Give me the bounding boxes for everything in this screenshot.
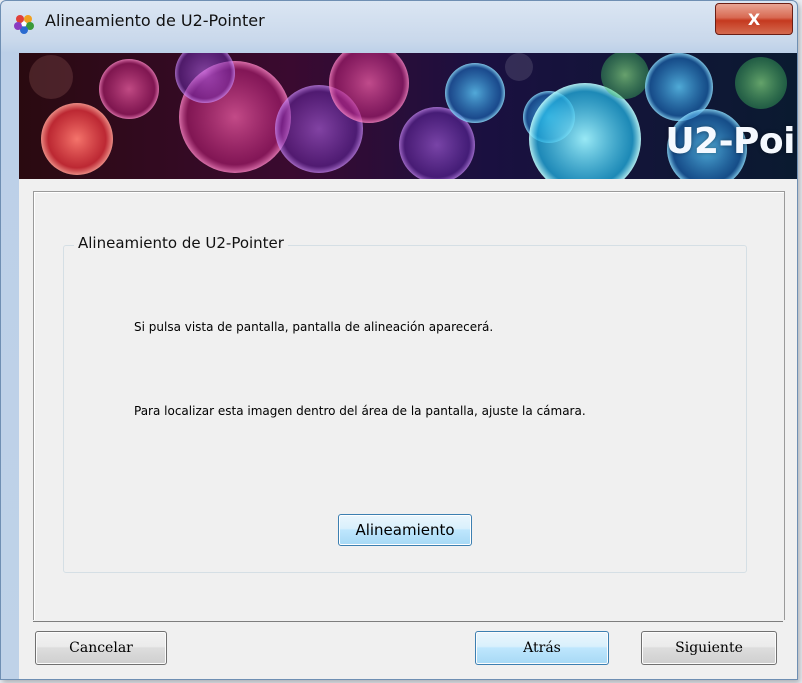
header-banner: U2-Poi — [19, 53, 797, 179]
window-title: Alineamiento de U2-Pointer — [45, 11, 265, 30]
instruction-text-2: Para localizar esta imagen dentro del ár… — [134, 404, 586, 418]
close-button[interactable]: X — [715, 3, 793, 35]
divider — [33, 621, 783, 622]
cancel-button[interactable]: Cancelar — [35, 631, 167, 665]
alignment-groupbox: Alineamiento de U2-Pointer Si pulsa vist… — [63, 234, 747, 573]
dialog-window: Alineamiento de U2-Pointer X U2-Poi Alin… — [0, 0, 798, 680]
groupbox-title: Alineamiento de U2-Pointer — [74, 234, 288, 252]
button-bar: Cancelar Atrás Siguiente — [19, 621, 797, 679]
title-bar[interactable]: Alineamiento de U2-Pointer X — [1, 1, 797, 45]
close-icon: X — [747, 9, 761, 29]
app-icon — [13, 13, 35, 35]
instruction-text-1: Si pulsa vista de pantalla, pantalla de … — [134, 320, 494, 334]
next-button[interactable]: Siguiente — [641, 631, 777, 665]
content-panel: Alineamiento de U2-Pointer Si pulsa vist… — [19, 179, 797, 621]
back-button[interactable]: Atrás — [475, 631, 609, 665]
banner-logo-text: U2-Poi — [665, 121, 795, 162]
alignment-button[interactable]: Alineamiento — [338, 514, 472, 546]
